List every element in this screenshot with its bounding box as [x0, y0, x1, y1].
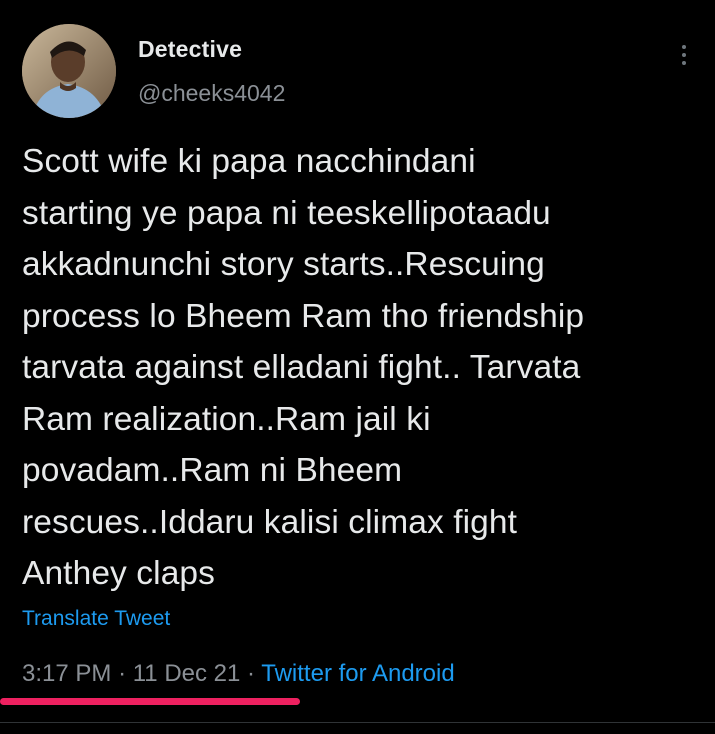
more-dot	[682, 61, 686, 65]
meta-separator: ·	[247, 660, 256, 687]
divider	[0, 722, 715, 723]
more-dot	[682, 53, 686, 57]
highlight-underline	[0, 698, 300, 705]
tweet-client-link[interactable]: Twitter for Android	[261, 660, 454, 687]
tweet-text: Scott wife ki papa nacchindani starting …	[22, 143, 585, 592]
tweet-time[interactable]: 3:17 PM	[22, 660, 111, 687]
tweet-meta: 3:17 PM · 11 Dec 21 · Twitter for Androi…	[22, 660, 455, 688]
more-dot	[682, 45, 686, 49]
tweet-card: Detective @cheeks4042 Scott wife ki papa…	[0, 0, 715, 734]
tweet-date[interactable]: 11 Dec 21	[133, 660, 241, 687]
avatar[interactable]	[22, 24, 116, 118]
meta-separator: ·	[118, 660, 127, 687]
more-vertical-icon[interactable]	[670, 38, 698, 72]
translate-tweet-link[interactable]: Translate Tweet	[22, 607, 170, 631]
display-name[interactable]: Detective	[138, 36, 242, 63]
user-handle[interactable]: @cheeks4042	[138, 80, 285, 107]
profile-photo-icon	[22, 24, 116, 118]
